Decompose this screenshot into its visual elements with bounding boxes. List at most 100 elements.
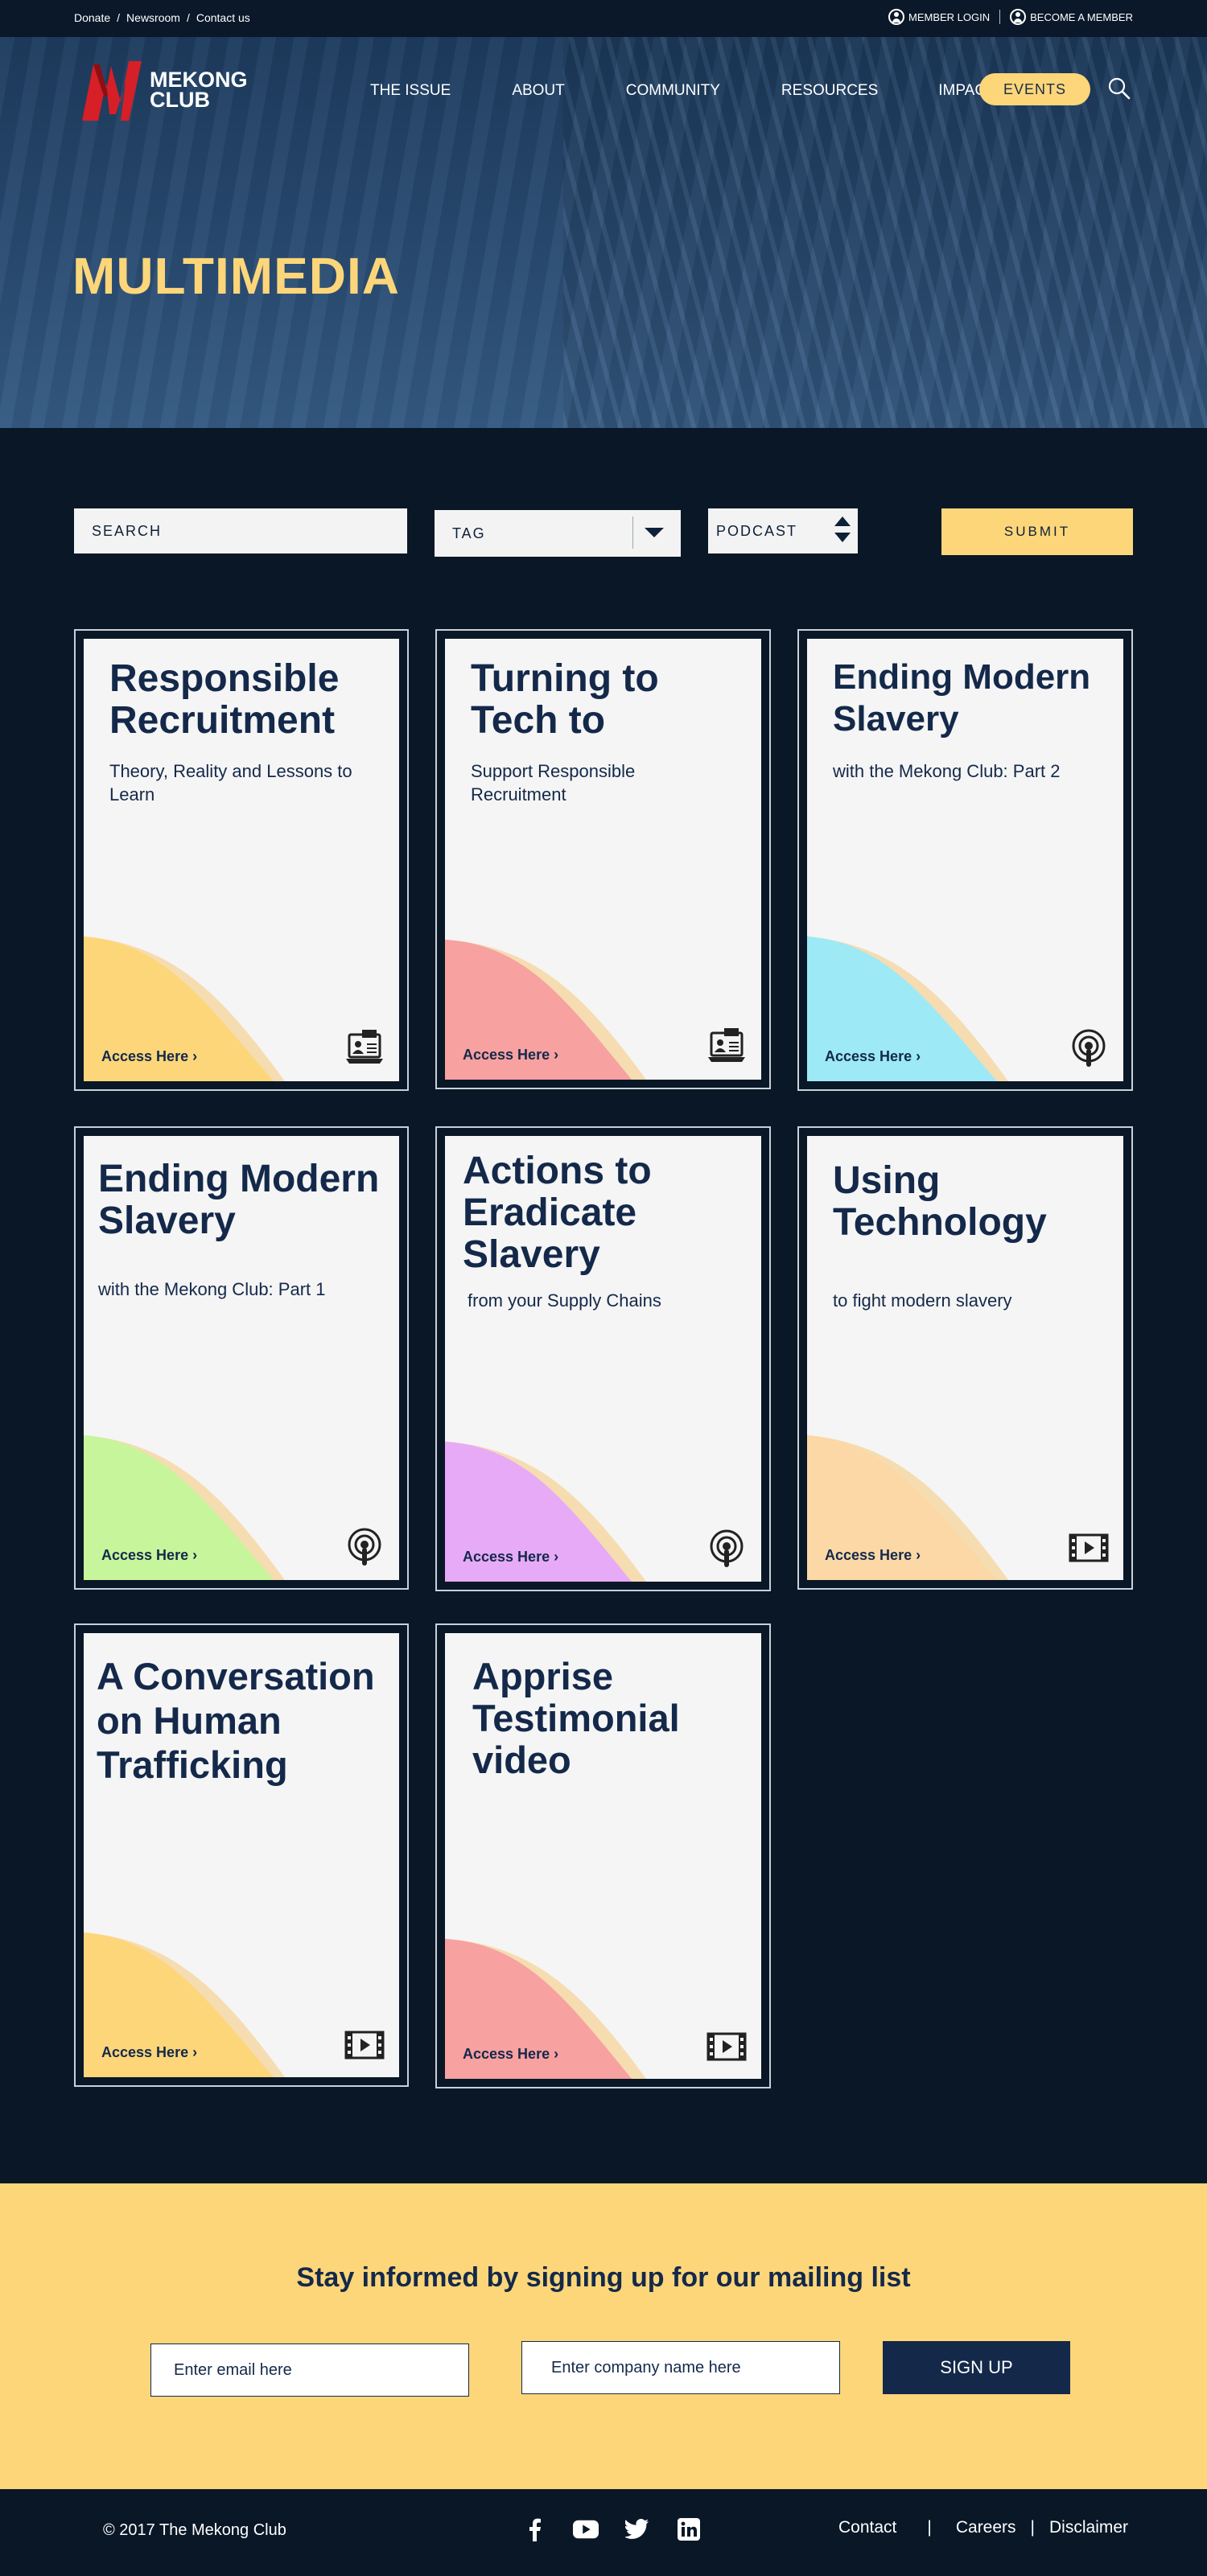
- logo-m-icon: [82, 61, 142, 121]
- chevron-down-icon: [645, 528, 664, 537]
- member-login-label: MEMBER LOGIN: [908, 10, 991, 23]
- nav-the-issue[interactable]: THE ISSUE: [370, 82, 451, 100]
- card-body: Actions to Eradicate Slavery from your S…: [445, 1136, 761, 1582]
- card-body: A Conversation on Human Trafficking Acce…: [84, 1633, 399, 2077]
- webinar-icon: [708, 1028, 745, 1062]
- newsroom-link[interactable]: Newsroom: [126, 11, 180, 24]
- card-title: Ending Modern Slavery: [98, 1158, 380, 1242]
- hero-banner: MEKONG CLUB THE ISSUE ABOUT COMMUNITY RE…: [0, 37, 1207, 428]
- card-subtitle: Theory, Reality and Lessons to Learn: [109, 761, 352, 804]
- account-links: MEMBER LOGIN BECOME A MEMBER: [888, 9, 1133, 25]
- arrow-up-icon: [834, 516, 851, 526]
- nav-community[interactable]: COMMUNITY: [626, 82, 720, 100]
- separator: /: [117, 11, 121, 24]
- access-here-link[interactable]: Access Here ›: [463, 1549, 558, 1566]
- card-subtitle: with the Mekong Club: Part 2: [833, 761, 1061, 781]
- media-card[interactable]: Responsible Recruitment Theory, Reality …: [74, 629, 409, 1091]
- card-subtitle: Support Responsible Recruitment: [471, 761, 636, 804]
- linkedin-icon[interactable]: [676, 2516, 702, 2542]
- access-here-label: Access Here: [463, 1047, 550, 1063]
- card-body: Ending Modern Slavery with the Mekong Cl…: [807, 639, 1123, 1081]
- media-card[interactable]: Ending Modern Slavery with the Mekong Cl…: [74, 1126, 409, 1590]
- twitter-icon[interactable]: [624, 2516, 650, 2542]
- access-here-label: Access Here: [101, 1048, 189, 1064]
- media-card[interactable]: Turning to Tech to Support Responsible R…: [435, 629, 771, 1089]
- search-input[interactable]: SEARCH: [74, 508, 407, 553]
- card-body: Turning to Tech to Support Responsible R…: [445, 639, 761, 1080]
- card-title: Turning to Tech to: [471, 657, 659, 742]
- video-icon: [706, 2032, 747, 2061]
- top-utility-bar: Donate / Newsroom / Contact us MEMBER LO…: [0, 0, 1207, 37]
- video-icon: [1069, 1533, 1109, 1562]
- podcast-icon: [1072, 1029, 1106, 1067]
- nav-about[interactable]: ABOUT: [512, 82, 564, 100]
- select-divider: [632, 516, 633, 549]
- access-here-label: Access Here: [825, 1048, 912, 1064]
- submit-button[interactable]: SUBMIT: [941, 508, 1133, 555]
- access-here-label: Access Here: [101, 1547, 189, 1563]
- access-here-label: Access Here: [463, 2046, 550, 2062]
- footer-contact-link[interactable]: Contact: [838, 2518, 896, 2537]
- access-here-link[interactable]: Access Here ›: [463, 1047, 558, 1064]
- card-title: A Conversation on Human Trafficking: [97, 1655, 375, 1786]
- separator: /: [186, 11, 190, 24]
- user-icon: [1010, 9, 1027, 25]
- footer-careers-link[interactable]: Careers: [956, 2518, 1016, 2537]
- events-button[interactable]: EVENTS: [979, 73, 1090, 105]
- youtube-icon[interactable]: [573, 2516, 599, 2542]
- media-card[interactable]: Ending Modern Slavery with the Mekong Cl…: [797, 629, 1133, 1091]
- become-member-link[interactable]: BECOME A MEMBER: [1010, 9, 1133, 25]
- email-field[interactable]: Enter email here: [150, 2344, 469, 2397]
- site-footer: © 2017 The Mekong Club Contact | Careers…: [0, 2489, 1207, 2576]
- access-here-link[interactable]: Access Here ›: [101, 1547, 197, 1564]
- media-card[interactable]: Apprise Testimonial video Access Here ›: [435, 1623, 771, 2088]
- contact-us-link[interactable]: Contact us: [196, 11, 250, 24]
- utility-links: Donate / Newsroom / Contact us: [74, 11, 250, 24]
- media-card[interactable]: A Conversation on Human Trafficking Acce…: [74, 1623, 409, 2087]
- card-title: Responsible Recruitment: [109, 657, 340, 742]
- access-here-label: Access Here: [463, 1549, 550, 1565]
- access-here-link[interactable]: Access Here ›: [101, 1048, 197, 1065]
- donate-link[interactable]: Donate: [74, 11, 110, 24]
- card-body: Using Technology to fight modern slavery…: [807, 1136, 1123, 1580]
- access-here-link[interactable]: Access Here ›: [825, 1048, 921, 1065]
- become-member-label: BECOME A MEMBER: [1030, 10, 1133, 23]
- type-select-label: PODCAST: [716, 522, 798, 539]
- member-login-link[interactable]: MEMBER LOGIN: [888, 9, 990, 25]
- main-nav: THE ISSUE ABOUT COMMUNITY RESOURCES IMPA…: [370, 82, 1057, 100]
- copyright-text: © 2017 The Mekong Club: [103, 2521, 286, 2539]
- footer-disclaimer-link[interactable]: Disclaimer: [1049, 2518, 1128, 2537]
- arrow-down-icon: [834, 533, 851, 542]
- mekong-club-logo[interactable]: MEKONG CLUB: [80, 58, 248, 122]
- card-body: Apprise Testimonial video Access Here ›: [445, 1633, 761, 2079]
- card-title: Apprise Testimonial video: [472, 1655, 680, 1781]
- podcast-icon: [710, 1529, 744, 1567]
- tag-select[interactable]: TAG: [435, 510, 681, 557]
- webinar-icon: [346, 1030, 383, 1064]
- access-here-link[interactable]: Access Here ›: [825, 1547, 921, 1564]
- card-body: Responsible Recruitment Theory, Reality …: [84, 639, 399, 1081]
- access-here-link[interactable]: Access Here ›: [101, 2044, 197, 2061]
- separator: |: [927, 2518, 932, 2537]
- access-here-label: Access Here: [101, 2044, 189, 2060]
- card-title: Ending Modern Slavery: [833, 657, 1091, 739]
- search-icon[interactable]: [1108, 77, 1131, 100]
- card-body: Ending Modern Slavery with the Mekong Cl…: [84, 1136, 399, 1580]
- media-card[interactable]: Using Technology to fight modern slavery…: [797, 1126, 1133, 1590]
- card-subtitle: to fight modern slavery: [833, 1290, 1012, 1311]
- access-here-link[interactable]: Access Here ›: [463, 2046, 558, 2063]
- sign-up-button[interactable]: SIGN UP: [883, 2341, 1070, 2394]
- social-links: [521, 2516, 702, 2542]
- video-icon: [344, 2031, 385, 2060]
- card-subtitle: from your Supply Chains: [468, 1290, 661, 1311]
- card-subtitle: with the Mekong Club: Part 1: [98, 1279, 326, 1299]
- separator: |: [1030, 2518, 1036, 2537]
- facebook-icon[interactable]: [521, 2516, 547, 2542]
- company-name-field[interactable]: Enter company name here: [521, 2341, 840, 2394]
- nav-resources[interactable]: RESOURCES: [781, 82, 878, 100]
- tag-select-label: TAG: [452, 525, 486, 541]
- type-select[interactable]: PODCAST: [708, 508, 858, 553]
- mailing-list-section: Stay informed by signing up for our mail…: [0, 2183, 1207, 2489]
- media-card[interactable]: Actions to Eradicate Slavery from your S…: [435, 1126, 771, 1591]
- divider: [999, 10, 1001, 24]
